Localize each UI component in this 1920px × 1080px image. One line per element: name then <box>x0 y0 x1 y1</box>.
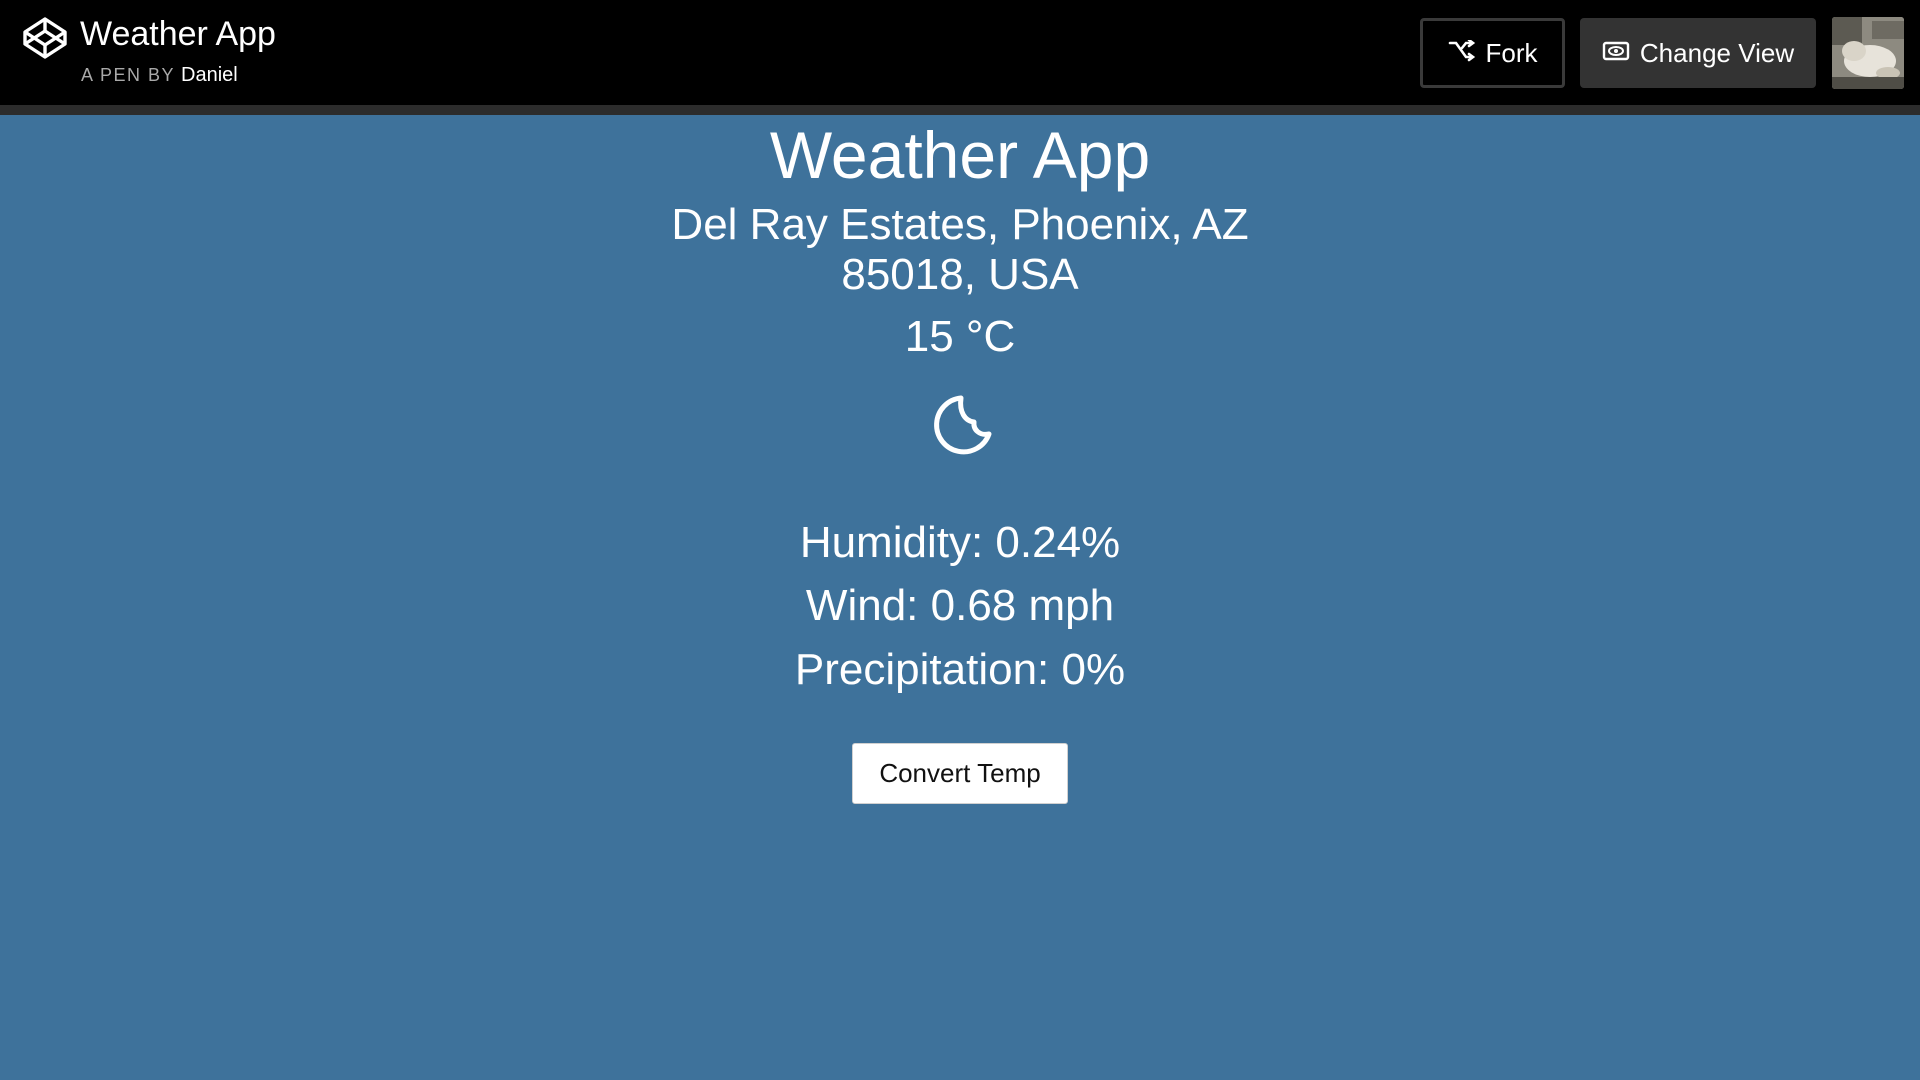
temperature-text: 15 °C <box>904 312 1016 361</box>
convert-temp-button[interactable]: Convert Temp <box>852 743 1068 804</box>
fork-button[interactable]: Fork <box>1420 18 1565 88</box>
humidity-text: Humidity: 0.24% <box>799 518 1121 567</box>
codepen-logo-icon[interactable] <box>22 16 68 60</box>
wind-text: Wind: 0.68 mph <box>805 581 1115 630</box>
header-divider <box>0 105 1920 115</box>
pen-author-link[interactable]: Daniel <box>181 64 238 86</box>
pen-by-label: A PEN BY <box>81 65 176 85</box>
pen-title: Weather App <box>80 15 276 53</box>
change-view-label: Change View <box>1639 37 1795 68</box>
user-avatar[interactable] <box>1832 17 1904 89</box>
eye-icon <box>1602 38 1630 69</box>
pen-author-line: A PEN BY Daniel <box>81 62 238 88</box>
precipitation-text: Precipitation: 0% <box>794 645 1126 694</box>
fork-label: Fork <box>1485 37 1538 68</box>
codepen-header: Weather App A PEN BY Daniel Fork Change … <box>0 0 1920 105</box>
moon-icon <box>930 392 996 458</box>
fork-icon <box>1448 38 1476 69</box>
location-text: Del Ray Estates, Phoenix, AZ 85018, USA <box>671 200 1249 299</box>
app-title: Weather App <box>769 118 1151 192</box>
change-view-button[interactable]: Change View <box>1580 18 1816 88</box>
